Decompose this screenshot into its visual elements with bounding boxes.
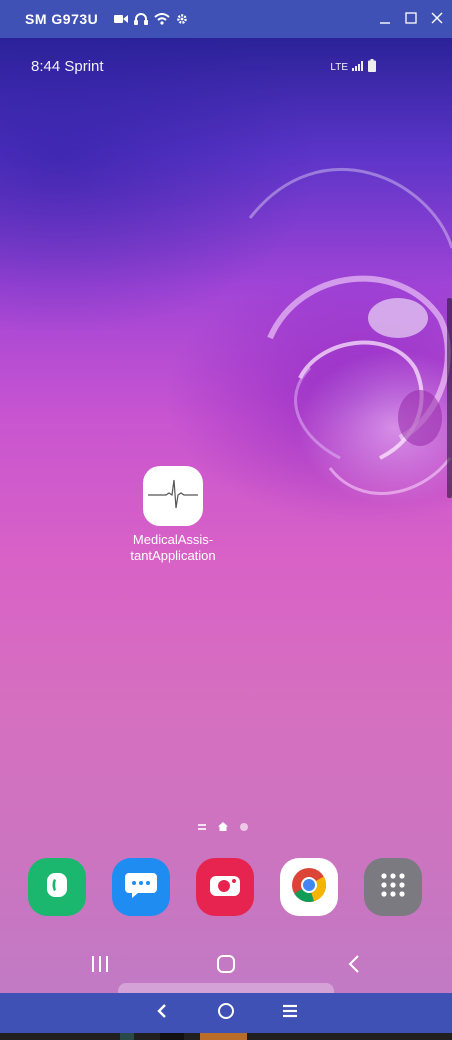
camera-icon: [208, 871, 242, 904]
page-indicator-menu[interactable]: [198, 824, 206, 830]
messages-app[interactable]: [112, 858, 170, 916]
medical-assistant-app-icon[interactable]: [143, 466, 203, 526]
recents-icon: [90, 955, 110, 978]
page-indicator-home[interactable]: [218, 818, 228, 836]
home-button[interactable]: [214, 954, 238, 979]
camera-app[interactable]: [196, 858, 254, 916]
gear-icon[interactable]: [176, 13, 188, 25]
wallpaper-swirl: [248, 167, 452, 498]
window-title-bar: SM G973U: [0, 0, 452, 38]
messages-icon: [124, 870, 158, 905]
menu-icon: [282, 1004, 298, 1023]
back-icon: [156, 1003, 168, 1024]
battery-icon: [368, 59, 376, 75]
maximize-icon[interactable]: [404, 10, 418, 26]
home-icon: [217, 1002, 235, 1025]
host-taskbar-strip: [0, 1033, 452, 1040]
status-bar: 8:44 Sprint LTE: [0, 38, 452, 94]
emulator-back-button[interactable]: [150, 1003, 174, 1023]
chrome-icon: [290, 866, 328, 909]
back-icon: [347, 954, 361, 979]
headphones-icon[interactable]: [134, 13, 149, 25]
phone-app[interactable]: [28, 858, 86, 916]
home-handle: [118, 983, 334, 993]
back-button[interactable]: [342, 954, 366, 979]
emulator-menu-button[interactable]: [278, 1003, 302, 1023]
recents-button[interactable]: [88, 955, 112, 978]
app-label-line-2: tantApplication: [130, 548, 216, 563]
home-icon: [216, 954, 236, 979]
network-type: LTE: [330, 61, 348, 73]
taskbar-item[interactable]: [160, 1033, 184, 1040]
video-camera-icon[interactable]: [114, 14, 129, 24]
taskbar-item[interactable]: [120, 1033, 134, 1040]
taskbar-item-active[interactable]: [200, 1033, 247, 1040]
app-label[interactable]: MedicalAssis- tantApplication: [100, 532, 246, 564]
page-indicator-dot[interactable]: [240, 823, 248, 831]
apps-grid-icon: [378, 870, 408, 905]
apps-drawer[interactable]: [364, 858, 422, 916]
phone-icon: [42, 870, 72, 905]
minimize-icon[interactable]: [378, 10, 392, 26]
chrome-app[interactable]: [280, 858, 338, 916]
page-indicator: [198, 818, 248, 836]
device-name: SM G973U: [25, 11, 99, 27]
heartbeat-icon: [146, 477, 200, 516]
app-label-line-1: MedicalAssis-: [132, 532, 214, 547]
emulator-nav-bar: [0, 993, 452, 1033]
phone-screen: 8:44 Sprint LTE MedicalAssis- tantApplic…: [0, 38, 452, 993]
android-nav-bar: [0, 950, 452, 982]
signal-icon: [352, 60, 364, 74]
status-time-carrier: 8:44 Sprint: [31, 58, 104, 75]
close-icon[interactable]: [430, 10, 444, 26]
wifi-icon[interactable]: [154, 13, 170, 25]
dock: [0, 858, 452, 918]
emulator-home-button[interactable]: [214, 1002, 238, 1025]
title-icons: [114, 13, 188, 25]
